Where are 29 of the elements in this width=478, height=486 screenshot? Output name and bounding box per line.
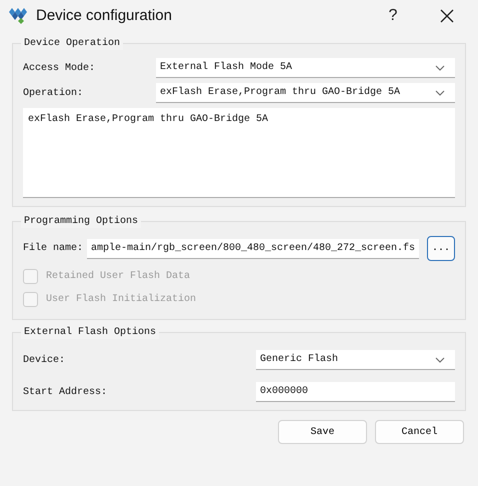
checkbox-label: Retained User Flash Data (46, 270, 190, 284)
checkbox-label: User Flash Initialization (46, 292, 196, 307)
group-title: External Flash Options (21, 326, 160, 339)
help-button[interactable]: ? (370, 0, 416, 32)
field-label: Operation: (23, 86, 84, 100)
app-logo-icon (8, 7, 28, 25)
dropdown[interactable]: exFlash Erase,Program thru GAO-Bridge 5A (156, 83, 455, 103)
close-icon (440, 9, 454, 23)
chevron-down-icon (435, 356, 445, 362)
group-title: Device Operation (21, 37, 124, 50)
field-label: Device: (23, 354, 66, 368)
dropdown-value: Generic Flash (260, 352, 338, 367)
field-label: File name: (23, 242, 83, 256)
browse-button[interactable]: ... (427, 236, 455, 261)
dialog-button[interactable]: Save (278, 420, 367, 444)
dialog-button[interactable]: Cancel (375, 420, 464, 444)
dropdown-value: External Flash Mode 5A (160, 60, 292, 75)
window-title: Device configuration (36, 6, 173, 26)
field-label: Access Mode: (23, 62, 96, 76)
dropdown[interactable]: External Flash Mode 5A (156, 58, 455, 78)
dropdown[interactable]: Generic Flash (256, 350, 455, 370)
group-title: Programming Options (21, 215, 142, 228)
chevron-down-icon (435, 64, 445, 70)
dropdown-value: exFlash Erase,Program thru GAO-Bridge 5A (160, 86, 400, 100)
text-field[interactable]: 0x000000 (256, 382, 455, 402)
description-field[interactable]: exFlash Erase,Program thru GAO-Bridge 5A (23, 108, 455, 198)
chevron-down-icon (435, 90, 445, 96)
field-label: Start Address: (23, 386, 108, 400)
file-path-field[interactable]: ample-main/rgb_screen/800_480_screen/480_272_screen.fs (87, 238, 419, 258)
